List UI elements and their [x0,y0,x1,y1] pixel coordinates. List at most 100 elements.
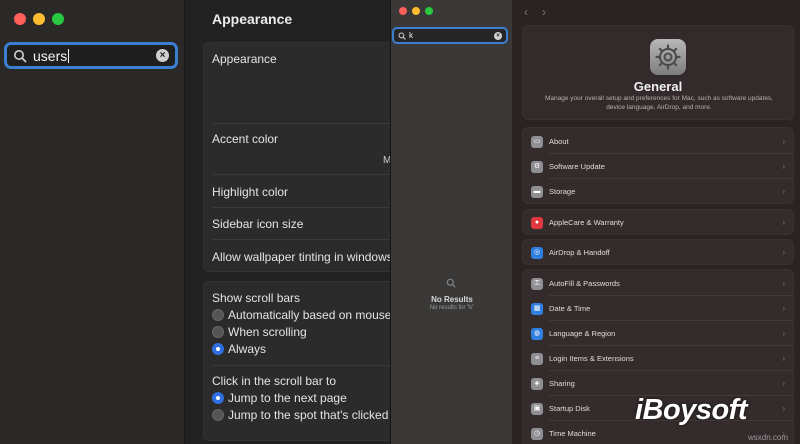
list-item-sharing[interactable]: ◈ Sharing › [523,371,793,396]
list-item-label: Date & Time [549,304,591,313]
airdrop-icon: ◎ [531,246,543,259]
sidebar-icon-size-label: Sidebar icon size [212,217,304,231]
chevron-right-icon: › [782,218,785,227]
click-scroll-bar-label: Click in the scroll bar to [212,374,337,388]
close-window-button[interactable] [399,7,407,15]
watermark-site: wsxdn.com [748,433,789,442]
list-item-date-time[interactable]: ▦ Date & Time › [523,296,793,321]
list-item-airdrop[interactable]: ◎ AirDrop & Handoff › [523,240,793,264]
clock-icon: ◷ [531,427,543,440]
radio-scroll-always[interactable]: Always [212,342,266,356]
radio-button[interactable] [212,409,224,421]
chevron-right-icon: › [782,304,785,313]
clear-search-icon[interactable]: × [494,31,502,40]
search-input[interactable]: users [33,48,156,64]
radio-label: Automatically based on mouse [228,308,390,322]
settings-group: ◎ AirDrop & Handoff › [522,239,794,265]
settings-window-left: users × Appearance Appearance Accent col… [0,0,390,444]
chevron-right-icon: › [782,187,785,196]
disk-icon: ▣ [531,402,543,415]
divider [212,365,390,366]
radio-label: Jump to the next page [228,391,347,405]
chevron-right-icon: › [782,279,785,288]
list-item-label: About [549,137,569,146]
radio-button[interactable] [212,326,224,338]
list-item-storage[interactable]: ▬ Storage › [523,179,793,203]
list-item-about[interactable]: ▭ About › [523,129,793,154]
list-item-language-region[interactable]: ◍ Language & Region › [523,321,793,346]
gear-icon: ⚙ [531,160,543,173]
search-input[interactable]: k [409,31,494,40]
scroll-settings-group: Show scroll bars Automatically based on … [203,281,390,441]
radio-button[interactable] [212,309,224,321]
wallpaper-tinting-label: Allow wallpaper tinting in windows [212,250,390,264]
chevron-right-icon: › [782,354,785,363]
divider [212,123,390,124]
chevron-right-icon: › [782,404,785,413]
list-item-applecare[interactable]: ● AppleCare & Warranty › [523,210,793,234]
chevron-right-icon: › [782,137,785,146]
clear-search-icon[interactable]: × [156,49,169,62]
apple-icon: ● [531,216,543,229]
list-item-label: Sharing [549,379,575,388]
list-item-label: AppleCare & Warranty [549,218,624,227]
appearance-pane: Appearance Appearance Accent color M Hig… [186,0,390,444]
radio-jump-next-page[interactable]: Jump to the next page [212,391,347,405]
settings-group: ▭ About › ⚙ Software Update › ▬ Storage … [522,127,794,204]
settings-window-search: k × No Results No results for “k” [390,0,512,444]
search-field[interactable]: k × [392,27,508,44]
general-title: General [633,79,683,94]
close-window-button[interactable] [14,13,26,25]
list-item-autofill[interactable]: ⚿ AutoFill & Passwords › [523,271,793,296]
list-item-label: Login Items & Extensions [549,354,634,363]
radio-jump-to-spot[interactable]: Jump to the spot that's clicked [212,408,388,422]
radio-scroll-auto[interactable]: Automatically based on mouse [212,308,390,322]
key-icon: ⚿ [531,277,543,290]
window-controls [399,7,433,15]
chevron-right-icon: › [782,248,785,257]
show-scroll-bars-label: Show scroll bars [212,291,301,305]
radio-label: Jump to the spot that's clicked [228,408,389,422]
list-item-label: Language & Region [549,329,616,338]
gear-icon [650,39,686,75]
divider [212,174,390,175]
navigation-arrows: ‹ › [524,5,546,19]
list-item-label: AirDrop & Handoff [549,248,610,257]
globe-icon: ◍ [531,327,543,340]
radio-button-selected[interactable] [212,392,224,404]
window-controls [14,13,64,25]
divider [212,239,390,240]
list-item-label: Storage [549,187,576,196]
zoom-window-button[interactable] [425,7,433,15]
calendar-icon: ▦ [531,302,543,315]
minimize-window-button[interactable] [412,7,420,15]
divider [212,207,390,208]
radio-label: Always [228,342,267,356]
list-icon: ≡ [531,352,543,365]
radio-scroll-when-scrolling[interactable]: When scrolling [212,325,307,339]
highlight-color-label: Highlight color [212,185,289,199]
back-button[interactable]: ‹ [524,5,528,19]
list-item-login-items[interactable]: ≡ Login Items & Extensions › [523,346,793,371]
general-settings-window: ‹ › General Manage your overall setup an… [512,0,800,444]
list-item-software-update[interactable]: ⚙ Software Update › [523,154,793,179]
list-item-label: AutoFill & Passwords [549,279,620,288]
radio-button-selected[interactable] [212,343,224,355]
forward-button[interactable]: › [542,5,546,19]
accent-color-label: Accent color [212,132,279,146]
settings-group: ● AppleCare & Warranty › [522,209,794,235]
watermark-logo: iBoysoft [635,394,748,426]
radio-label: When scrolling [228,325,307,339]
no-results-subtitle: No results for “k” [429,305,475,311]
zoom-window-button[interactable] [52,13,64,25]
mac-icon: ▭ [531,135,543,148]
drive-icon: ▬ [531,185,543,198]
minimize-window-button[interactable] [33,13,45,25]
no-results-title: No Results [431,295,473,304]
sharing-icon: ◈ [531,377,543,390]
appearance-row-label: Appearance [212,52,277,66]
accent-color-clipped-text: M [383,155,390,166]
search-field[interactable]: users × [4,42,178,69]
page-title: Appearance [212,11,293,27]
search-icon [398,32,406,40]
